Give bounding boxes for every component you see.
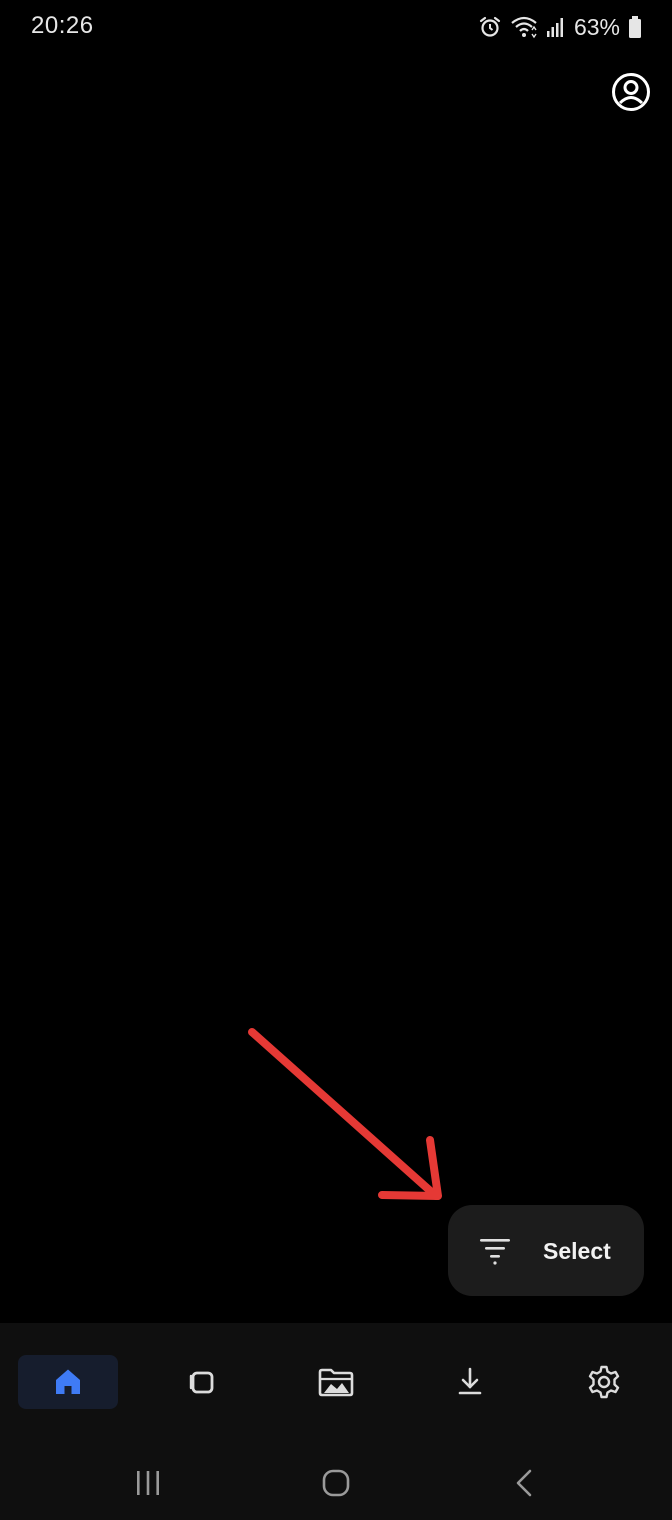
gear-icon — [587, 1365, 621, 1399]
download-icon — [456, 1367, 484, 1397]
nav-item-home[interactable] — [18, 1355, 118, 1409]
status-time: 20:26 — [31, 12, 94, 39]
home-icon — [53, 1367, 83, 1397]
back-button[interactable] — [494, 1465, 554, 1501]
battery-icon — [628, 15, 642, 39]
nav-item-downloads[interactable] — [420, 1355, 520, 1409]
select-button[interactable]: Select — [448, 1205, 644, 1296]
tabs-icon — [188, 1368, 216, 1396]
back-icon — [512, 1468, 536, 1498]
home-system-button[interactable] — [306, 1465, 366, 1501]
nav-item-settings[interactable] — [554, 1355, 654, 1409]
home-circle-icon — [321, 1468, 351, 1498]
system-navigation-bar — [0, 1443, 672, 1520]
status-bar: 20:26 63% — [0, 0, 672, 56]
battery-percent: 63% — [573, 13, 620, 40]
alarm-icon — [478, 15, 502, 39]
filter-icon — [479, 1237, 511, 1265]
nav-item-tabs[interactable] — [152, 1355, 252, 1409]
recent-apps-icon — [133, 1469, 163, 1497]
bottom-navigation — [0, 1323, 672, 1443]
account-button[interactable] — [611, 72, 651, 112]
recent-apps-button[interactable] — [118, 1465, 178, 1501]
account-circle-icon — [611, 72, 651, 112]
signal-icon — [546, 16, 566, 38]
folder-icon — [318, 1367, 354, 1397]
wifi-icon — [510, 15, 538, 39]
status-icons: 63% — [478, 12, 642, 42]
select-button-label: Select — [543, 1238, 611, 1264]
annotation-arrow — [240, 1020, 460, 1210]
nav-item-folders[interactable] — [286, 1355, 386, 1409]
